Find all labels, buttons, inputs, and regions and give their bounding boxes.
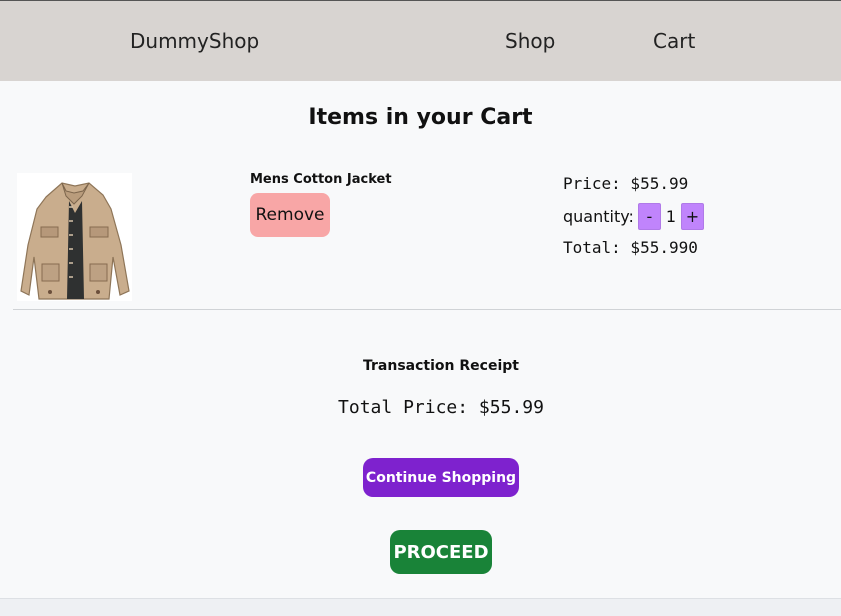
remove-button[interactable]: Remove <box>250 193 330 237</box>
nav-link-shop[interactable]: Shop <box>505 29 555 53</box>
receipt-title: Transaction Receipt <box>363 358 519 374</box>
jacket-icon <box>17 173 132 301</box>
cart-page: Items in your Cart Mens Cotton Jacket Re… <box>0 81 841 598</box>
brand-link[interactable]: DummyShop <box>130 29 259 53</box>
continue-shopping-button[interactable]: Continue Shopping <box>363 458 519 497</box>
quantity-stepper: quantity: - 1 + <box>563 202 704 230</box>
item-total: Total: $55.990 <box>563 238 698 257</box>
nav-link-cart[interactable]: Cart <box>653 29 695 53</box>
item-price: Price: $55.99 <box>563 174 689 193</box>
quantity-label: quantity: <box>563 206 634 226</box>
quantity-value: 1 <box>665 206 677 226</box>
divider <box>13 309 841 310</box>
jacket-image <box>17 173 132 301</box>
total-price: Total Price: $55.99 <box>338 397 544 418</box>
page-title: Items in your Cart <box>308 105 533 130</box>
increment-button[interactable]: + <box>680 202 704 230</box>
product-name: Mens Cotton Jacket <box>250 172 392 187</box>
proceed-button[interactable]: PROCEED <box>390 530 492 574</box>
decrement-button[interactable]: - <box>637 202 661 230</box>
navbar: DummyShop Shop Cart <box>0 1 841 81</box>
page-bottom-band <box>0 598 841 616</box>
